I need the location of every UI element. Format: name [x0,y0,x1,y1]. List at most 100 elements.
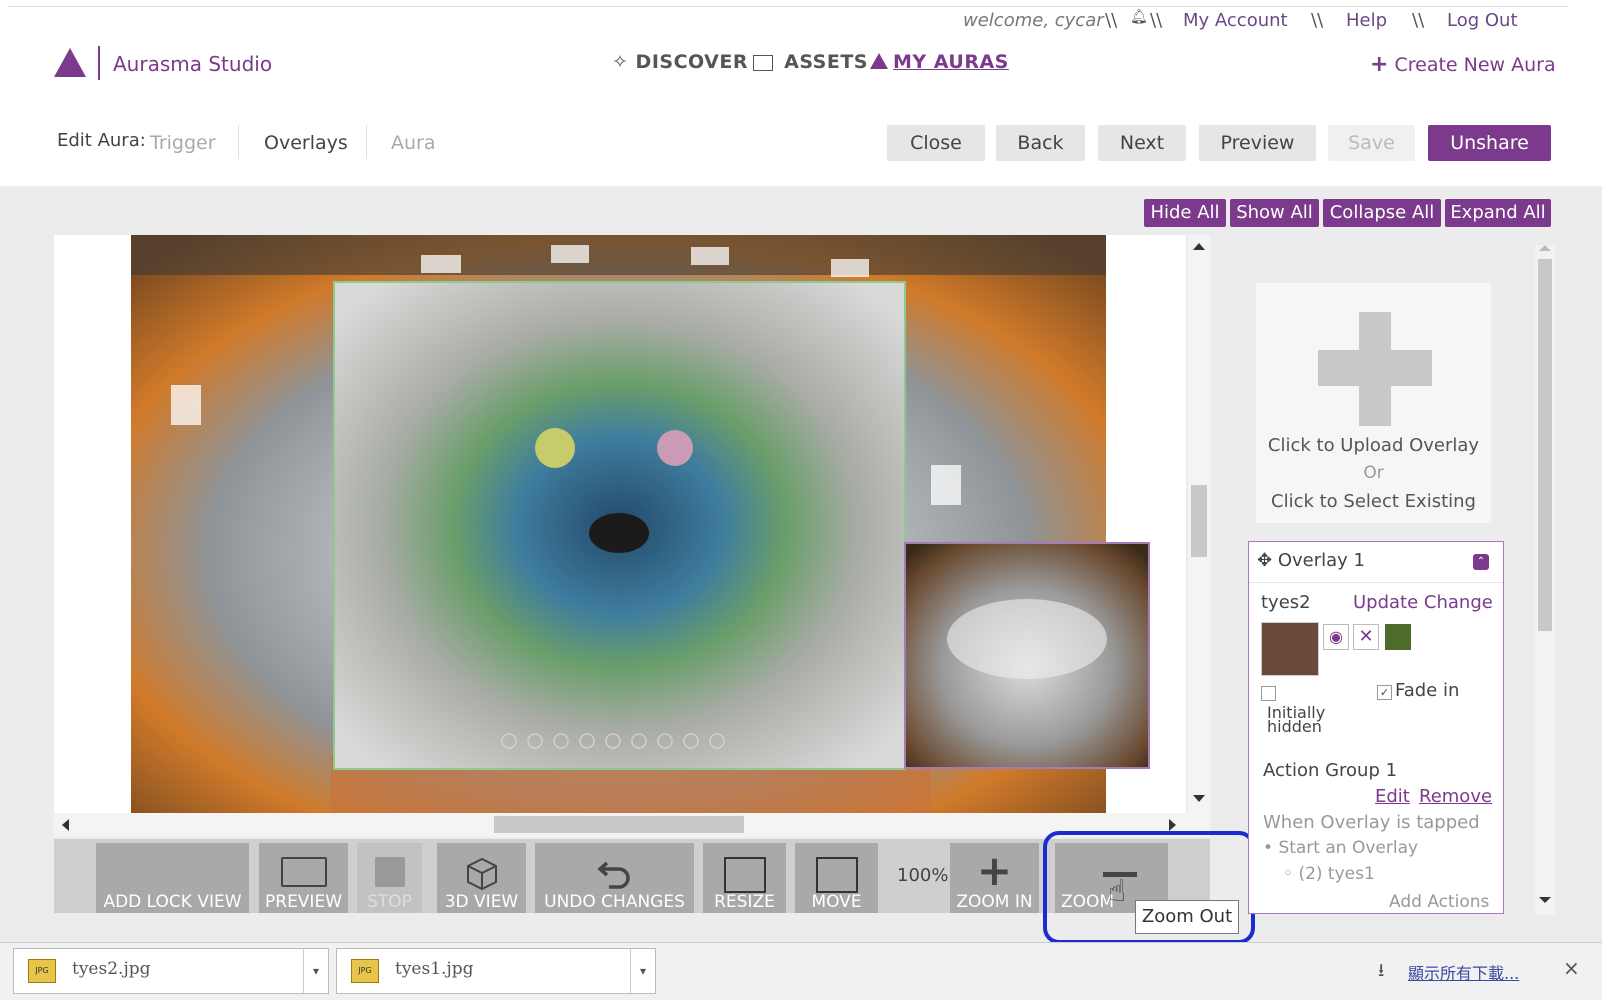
scroll-down-arrow-icon[interactable] [1539,897,1551,903]
zoom-level: 100% [897,865,949,886]
nav-my-auras[interactable]: MY AURAS [870,51,1009,73]
show-all-button[interactable]: Show All [1230,199,1319,227]
or-text: Or [1363,463,1384,483]
update-change-link[interactable]: Update Change [1353,592,1493,613]
step-divider [238,125,239,159]
close-button[interactable]: Close [887,125,985,161]
scroll-up-arrow-icon[interactable] [1539,245,1551,251]
action-item: • Start an Overlay [1263,838,1419,858]
create-new-aura-link[interactable]: + Create New Aura [1370,52,1556,77]
logout-link[interactable]: Log Out [1447,10,1518,31]
download-item[interactable]: JPG tyes1.jpg ▾ [336,948,656,994]
separator: \\ [1412,10,1425,31]
zoom-in-button[interactable]: + ZOOM IN [950,843,1039,913]
overlay-thumbnail[interactable] [1261,622,1319,676]
step-trigger[interactable]: Trigger [150,132,216,154]
welcome-text: welcome, cycar [963,10,1104,31]
edit-link[interactable]: Edit [1375,786,1410,807]
expand-all-button[interactable]: Expand All [1445,199,1551,227]
select-existing-text: Click to Select Existing [1271,491,1476,512]
action-group-title: Action Group 1 [1263,760,1398,781]
compass-icon: ✧ [612,51,629,73]
scroll-left-arrow-icon[interactable] [62,819,69,831]
upload-plus-icon[interactable] [1318,350,1432,386]
separator: \\ [1150,10,1163,31]
overlay-card-header[interactable]: ✥ Overlay 1 [1257,550,1365,571]
edit-aura-label: Edit Aura: [57,130,146,151]
dropdown-arrow-icon[interactable]: ▾ [630,949,655,993]
download-icon: ⭳ [1378,960,1385,981]
add-actions-link[interactable]: Add Actions [1389,892,1489,912]
fade-in-checkbox[interactable]: ✓ [1377,685,1392,700]
monitor-icon [280,857,327,887]
initially-hidden-checkbox[interactable] [1261,686,1276,701]
nav-discover[interactable]: ✧ DISCOVER [612,51,748,73]
3d-view-button[interactable]: 3D VIEW [437,843,526,913]
collapse-icon[interactable]: ⌃ [1473,554,1489,570]
stop-button[interactable]: STOP [357,843,422,913]
color-swatch[interactable] [1385,624,1411,650]
aurasma-logo-icon[interactable] [54,48,86,77]
move-arrows-icon: ✥ [1257,550,1273,571]
fade-in-label: Fade in [1395,680,1460,701]
scroll-thumb[interactable] [1538,259,1552,631]
undo-changes-button[interactable]: UNDO CHANGES [535,843,694,913]
stop-icon [374,857,405,887]
move-icon [815,857,858,893]
step-divider [366,125,367,159]
initially-hidden-label: Initially hidden [1267,703,1326,736]
download-item[interactable]: JPG tyes2.jpg ▾ [13,948,329,994]
jpg-file-icon: JPG [28,959,56,983]
overlay-1-image[interactable] [333,281,906,770]
dropdown-arrow-icon[interactable]: ▾ [303,949,328,993]
undo-icon [596,857,633,894]
overlay-2-image[interactable] [904,542,1150,769]
logo-divider [98,46,100,80]
overlay-card: ✥ Overlay 1 ⌃ tyes2 Update Change ◉ ✕ In… [1248,541,1504,914]
scroll-thumb[interactable] [494,816,744,833]
save-button[interactable]: Save [1328,125,1415,161]
scroll-right-arrow-icon[interactable] [1169,819,1176,831]
preview-tool-button[interactable]: PREVIEW [259,843,348,913]
upload-text: Click to Upload Overlay [1267,435,1480,456]
show-all-downloads-link[interactable]: 顯示所有下載... [1408,960,1519,984]
jpg-file-icon: JPG [351,959,379,983]
scroll-thumb[interactable] [1191,485,1207,557]
back-button[interactable]: Back [996,125,1085,161]
plus-icon: + [1370,52,1389,77]
divider [1249,582,1503,583]
nav-assets[interactable]: ASSETS [753,51,868,73]
canvas-vertical-scrollbar[interactable] [1188,235,1210,813]
step-aura[interactable]: Aura [391,132,436,154]
unshare-button[interactable]: Unshare [1428,125,1551,161]
help-link[interactable]: Help [1346,10,1387,31]
eye-icon[interactable]: ◉ [1323,624,1349,650]
scroll-up-arrow-icon[interactable] [1193,243,1205,250]
delete-icon[interactable]: ✕ [1353,624,1379,650]
bell-icon[interactable]: 🔔︎ [1130,9,1148,25]
add-lock-view-button[interactable]: ADD LOCK VIEW [96,843,249,913]
step-overlays[interactable]: Overlays [264,132,348,154]
brand-name[interactable]: Aurasma Studio [113,52,272,76]
my-account-link[interactable]: My Account [1183,10,1288,31]
zoom-out-tooltip: Zoom Out [1135,900,1239,934]
collapse-all-button[interactable]: Collapse All [1323,199,1441,227]
scroll-down-arrow-icon[interactable] [1193,795,1205,802]
resize-button[interactable]: RESIZE [703,843,786,913]
plus-icon: + [976,846,1013,895]
overlay-asset-name: tyes2 [1261,592,1311,613]
image-icon [753,54,773,71]
aura-icon [870,53,888,69]
user-bar: welcome, cycar \\ 🔔︎ \\ My Account \\ He… [8,6,1568,33]
canvas-horizontal-scrollbar[interactable] [54,813,1210,837]
action-target: ◦ (2) tyes1 [1283,864,1375,884]
next-button[interactable]: Next [1098,125,1186,161]
separator: \\ [1105,10,1118,31]
panel-scrollbar[interactable] [1535,245,1555,915]
move-button[interactable]: MOVE [795,843,878,913]
close-download-bar-icon[interactable]: × [1563,956,1580,980]
preview-button[interactable]: Preview [1199,125,1316,161]
hide-all-button[interactable]: Hide All [1144,199,1226,227]
remove-link[interactable]: Remove [1419,786,1492,807]
separator: \\ [1311,10,1324,31]
